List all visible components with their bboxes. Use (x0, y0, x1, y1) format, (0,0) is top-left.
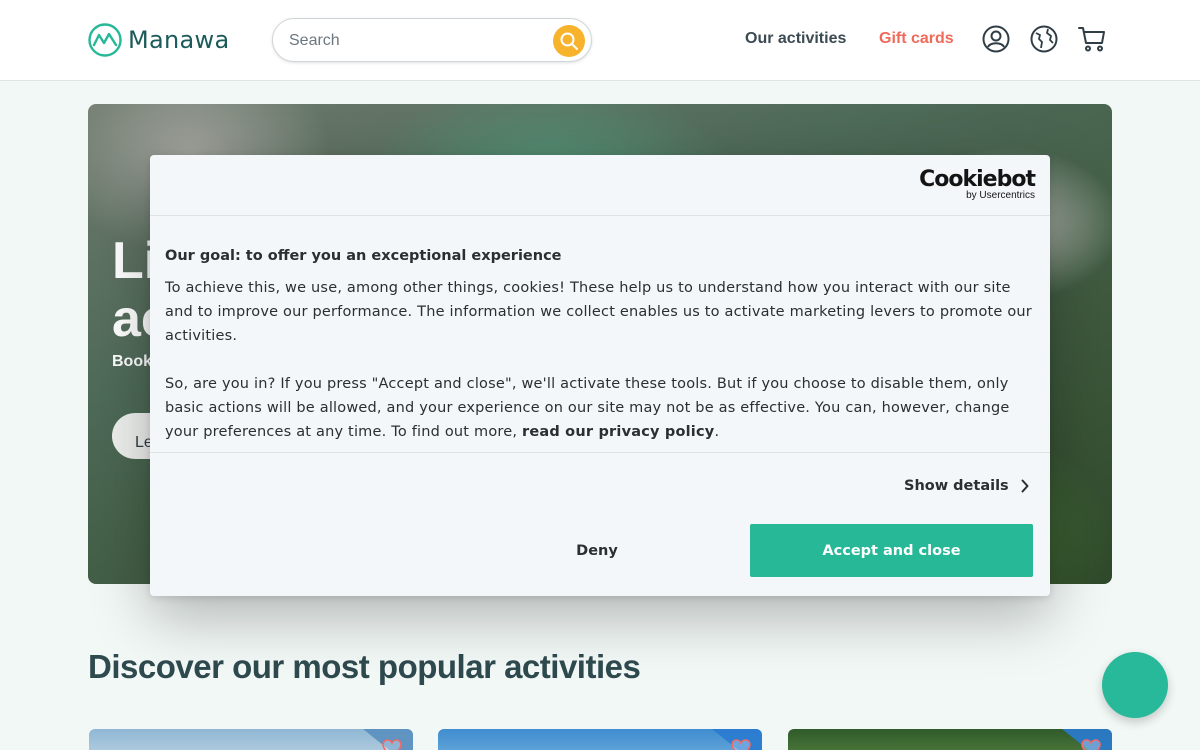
cookie-paragraph-2: So, are you in? If you press "Accept and… (165, 372, 1035, 444)
cookie-paragraph-2-end: . (714, 424, 720, 440)
show-details-label: Show details (904, 478, 1009, 494)
cookie-dialog-header: Cookiebot by Usercentrics (150, 155, 1050, 216)
search-bar (272, 18, 592, 62)
cookie-dialog-body: Our goal: to offer you an exceptional ex… (165, 248, 1035, 444)
search-button[interactable] (553, 25, 585, 57)
activity-card[interactable] (438, 729, 762, 750)
activity-card[interactable] (89, 729, 413, 750)
logo[interactable]: Manawa (88, 23, 229, 57)
cookie-consent-dialog: Cookiebot by Usercentrics Our goal: to o… (150, 155, 1050, 596)
cookie-divider (150, 452, 1050, 453)
nav-our-activities[interactable]: Our activities (745, 30, 846, 48)
cart-icon[interactable] (1077, 24, 1107, 54)
accept-and-close-button[interactable]: Accept and close (750, 524, 1033, 577)
cookiebot-logo-main: Cookiebot (919, 167, 1036, 192)
heart-icon[interactable] (381, 737, 403, 750)
cookiebot-logo-sub: by Usercentrics (966, 190, 1035, 201)
site-header: Manawa Our activities Gift cards (0, 0, 1200, 81)
show-details-link[interactable]: Show details (904, 478, 1029, 494)
activity-card[interactable] (788, 729, 1112, 750)
popular-activities-title: Discover our most popular activities (88, 648, 641, 685)
heart-icon[interactable] (730, 737, 752, 750)
cookie-heading: Our goal: to offer you an exceptional ex… (165, 248, 562, 264)
chat-launcher-button[interactable] (1102, 652, 1168, 718)
chevron-right-icon (1021, 479, 1029, 493)
language-globe-icon[interactable] (1029, 24, 1059, 54)
heart-icon[interactable] (1080, 737, 1102, 750)
search-icon (560, 32, 578, 50)
deny-button[interactable]: Deny (450, 524, 744, 577)
cookie-paragraph-1: To achieve this, we use, among other thi… (165, 280, 1032, 344)
logo-text: Manawa (128, 26, 230, 54)
cookiebot-logo: Cookiebot by Usercentrics (919, 167, 1036, 201)
privacy-policy-link[interactable]: read our privacy policy (522, 424, 714, 440)
manawa-logo-icon (88, 23, 122, 57)
nav-gift-cards[interactable]: Gift cards (879, 30, 954, 48)
account-icon[interactable] (981, 24, 1011, 54)
search-input[interactable] (289, 30, 549, 52)
